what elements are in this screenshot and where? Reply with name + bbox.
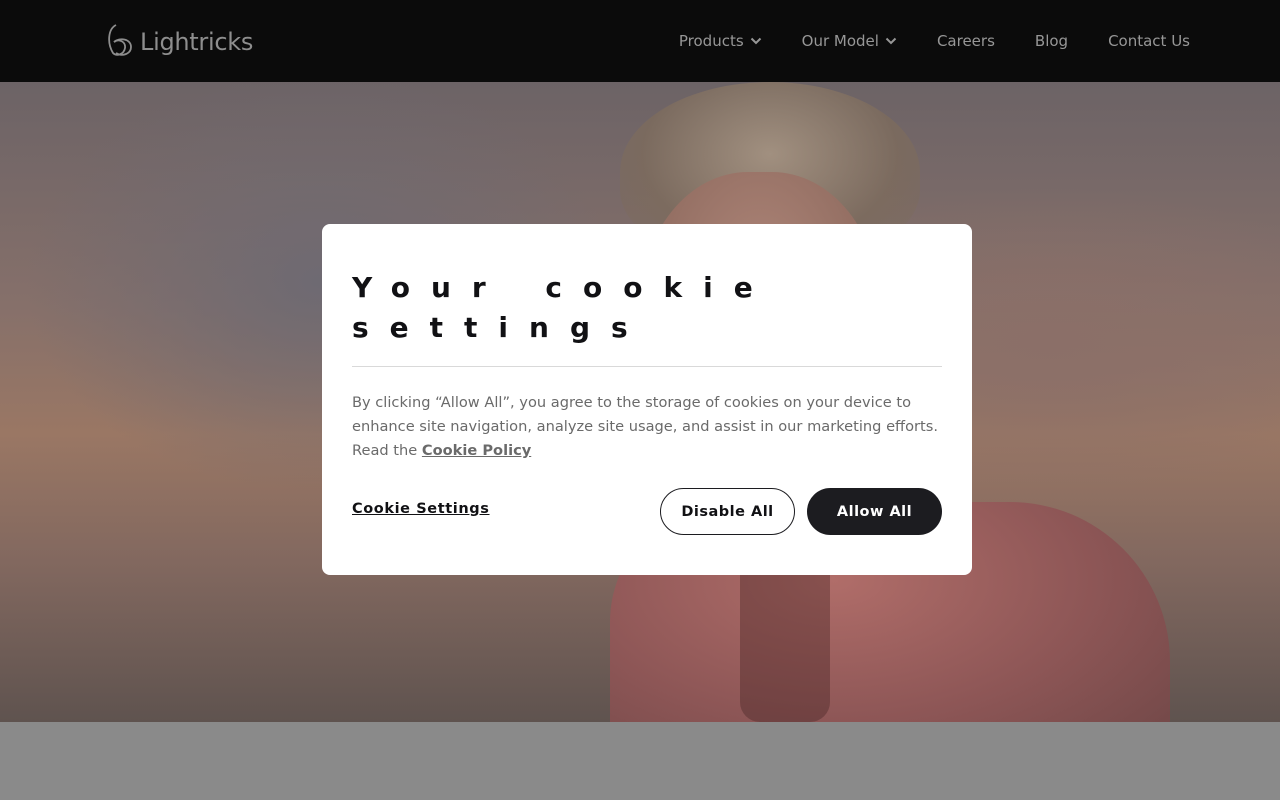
cookie-consent-dialog: Your cookie settings By clicking “Allow … [322,224,972,575]
dialog-description: By clicking “Allow All”, you agree to th… [352,391,942,463]
logo-text: Lightricks [140,28,254,56]
lightricks-logo-icon [104,23,134,62]
main-nav: Products Our Model Careers Blog Contact … [679,30,1190,52]
nav-item-blog[interactable]: Blog [1035,30,1068,52]
dialog-title-line-1: Your cookie [352,271,774,304]
chevron-down-icon [750,37,762,45]
hero-figure-shadow [740,552,830,722]
page-backdrop [0,722,1280,800]
dialog-title: Your cookie settings [352,268,942,348]
nav-item-label: Careers [936,32,995,50]
cookie-policy-link[interactable]: Cookie Policy [422,442,531,459]
site-header: Lightricks Products Our Model Careers Bl… [0,0,1280,82]
nav-item-label: Our Model [801,32,879,50]
chevron-down-icon [885,37,897,45]
nav-item-label: Blog [1034,32,1069,50]
nav-item-label: Contact Us [1108,32,1190,50]
nav-item-our-model[interactable]: Our Model [802,30,897,52]
nav-item-products[interactable]: Products [679,30,762,52]
nav-item-contact-us[interactable]: Contact Us [1108,30,1190,52]
cookie-settings-link[interactable]: Cookie Settings [352,501,490,517]
disable-all-button[interactable]: Disable All [660,488,795,535]
nav-item-label: Products [678,32,744,50]
allow-all-button[interactable]: Allow All [807,488,942,535]
dialog-divider [352,366,942,367]
dialog-title-line-2: settings [352,311,649,344]
nav-item-careers[interactable]: Careers [937,30,995,52]
logo-link[interactable]: Lightricks [104,23,254,62]
